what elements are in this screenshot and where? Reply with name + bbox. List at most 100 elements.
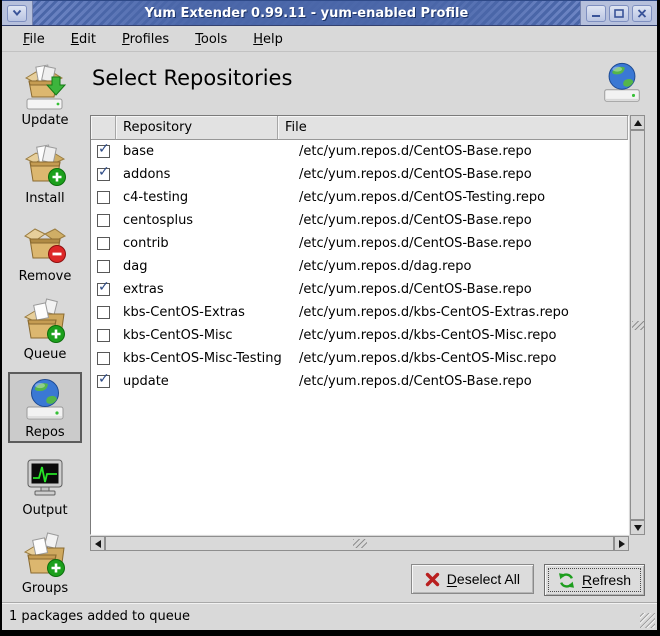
- deselect-all-button[interactable]: Deselect All: [411, 564, 534, 594]
- monitor-icon: [21, 454, 69, 502]
- repo-checkbox[interactable]: [97, 283, 110, 296]
- sidebar-item-groups[interactable]: Groups: [8, 528, 82, 599]
- menu-help[interactable]: Help: [244, 29, 292, 50]
- horizontal-scroll-thumb[interactable]: [105, 536, 614, 551]
- table-row[interactable]: c4-testing /etc/yum.repos.d/CentOS-Testi…: [91, 186, 628, 209]
- repo-file: /etc/yum.repos.d/CentOS-Base.repo: [292, 374, 628, 389]
- repo-checkbox[interactable]: [97, 214, 110, 227]
- table-row[interactable]: contrib /etc/yum.repos.d/CentOS-Base.rep…: [91, 232, 628, 255]
- table-row[interactable]: dag /etc/yum.repos.d/dag.repo: [91, 255, 628, 278]
- vertical-scroll-thumb[interactable]: [630, 130, 645, 520]
- table-row[interactable]: kbs-CentOS-Extras /etc/yum.repos.d/kbs-C…: [91, 301, 628, 324]
- repo-file: /etc/yum.repos.d/CentOS-Base.repo: [292, 282, 628, 297]
- scroll-right-button[interactable]: [614, 536, 629, 551]
- repo-name: kbs-CentOS-Extras: [116, 305, 292, 320]
- red-x-icon: [425, 572, 440, 587]
- table-row[interactable]: base /etc/yum.repos.d/CentOS-Base.repo: [91, 140, 628, 163]
- sidebar-item-output[interactable]: Output: [8, 450, 82, 521]
- maximize-icon: [614, 9, 624, 18]
- repo-checkbox[interactable]: [97, 375, 110, 388]
- repo-checkbox[interactable]: [97, 260, 110, 273]
- menu-tools[interactable]: Tools: [186, 29, 236, 50]
- globe-drive-icon: [599, 60, 645, 106]
- repo-name: c4-testing: [116, 190, 292, 205]
- minimize-button[interactable]: [586, 5, 606, 22]
- menu-edit[interactable]: Edit: [62, 29, 105, 50]
- sidebar-item-label: Update: [21, 113, 68, 128]
- page-title: Select Repositories: [92, 66, 292, 90]
- arrow-left-icon: [95, 540, 101, 548]
- arrow-right-icon: [619, 540, 625, 548]
- maximize-button[interactable]: [609, 5, 629, 22]
- deselect-all-label: Deselect All: [447, 571, 520, 587]
- titlebar: Yum Extender 0.99.11 - yum-enabled Profi…: [2, 0, 657, 26]
- sidebar-item-update[interactable]: Update: [8, 60, 82, 131]
- refresh-button[interactable]: Refresh: [544, 564, 645, 596]
- repo-checkbox[interactable]: [97, 329, 110, 342]
- status-text: 1 packages added to queue: [9, 609, 190, 624]
- main-panel: Select Repositories Repository Fi: [88, 52, 657, 592]
- titlebar-left-cap: [2, 1, 33, 25]
- header-file-column[interactable]: File: [278, 116, 628, 140]
- chevron-down-icon: [12, 9, 22, 17]
- repo-checkbox[interactable]: [97, 352, 110, 365]
- menu-profiles[interactable]: Profiles: [113, 29, 178, 50]
- sidebar: Update Install: [2, 52, 88, 592]
- close-button[interactable]: [632, 5, 652, 22]
- sidebar-item-remove[interactable]: Remove: [8, 216, 82, 287]
- repo-checkbox[interactable]: [97, 191, 110, 204]
- table-row[interactable]: addons /etc/yum.repos.d/CentOS-Base.repo: [91, 163, 628, 186]
- scroll-down-button[interactable]: [630, 520, 645, 535]
- sidebar-item-install[interactable]: Install: [8, 138, 82, 209]
- titlebar-stripes[interactable]: Yum Extender 0.99.11 - yum-enabled Profi…: [33, 1, 580, 25]
- table-row[interactable]: kbs-CentOS-Misc /etc/yum.repos.d/kbs-Cen…: [91, 324, 628, 347]
- table-row[interactable]: kbs-CentOS-Misc-Testing /etc/yum.repos.d…: [91, 347, 628, 370]
- update-box-icon: [21, 64, 69, 112]
- resize-grip[interactable]: [640, 613, 655, 628]
- repo-name: kbs-CentOS-Misc-Testing: [116, 351, 292, 366]
- scroll-grip-icon: [353, 539, 367, 548]
- header-repository-column[interactable]: Repository: [116, 116, 278, 140]
- sidebar-item-label: Output: [22, 503, 67, 518]
- table-row[interactable]: update /etc/yum.repos.d/CentOS-Base.repo: [91, 370, 628, 393]
- repo-file: /etc/yum.repos.d/CentOS-Base.repo: [292, 167, 628, 182]
- repo-file: /etc/yum.repos.d/CentOS-Base.repo: [292, 213, 628, 228]
- header-checkbox-column[interactable]: [91, 116, 116, 140]
- repo-checkbox[interactable]: [97, 237, 110, 250]
- sidebar-item-queue[interactable]: Queue: [8, 294, 82, 365]
- repo-name: addons: [116, 167, 292, 182]
- repo-name: base: [116, 144, 292, 159]
- table-row[interactable]: extras /etc/yum.repos.d/CentOS-Base.repo: [91, 278, 628, 301]
- repo-name: dag: [116, 259, 292, 274]
- table-header: Repository File: [91, 116, 628, 140]
- queue-box-icon: [21, 298, 69, 346]
- repo-checkbox[interactable]: [97, 306, 110, 319]
- repo-file: /etc/yum.repos.d/kbs-CentOS-Misc.repo: [292, 351, 628, 366]
- refresh-label: Refresh: [582, 572, 631, 588]
- repo-file: /etc/yum.repos.d/kbs-CentOS-Misc.repo: [292, 328, 628, 343]
- sidebar-item-label: Groups: [22, 581, 68, 596]
- repo-checkbox[interactable]: [97, 168, 110, 181]
- statusbar: 1 packages added to queue: [2, 602, 657, 630]
- table-body: base /etc/yum.repos.d/CentOS-Base.repo a…: [91, 140, 628, 534]
- groups-box-icon: [21, 532, 69, 580]
- sidebar-item-label: Remove: [19, 269, 72, 284]
- window-menu-button[interactable]: [7, 5, 27, 22]
- minimize-icon: [591, 9, 601, 18]
- vertical-scrollbar[interactable]: [630, 115, 645, 535]
- green-refresh-icon: [558, 572, 575, 589]
- scroll-up-button[interactable]: [630, 115, 645, 130]
- table-row[interactable]: centosplus /etc/yum.repos.d/CentOS-Base.…: [91, 209, 628, 232]
- close-icon: [637, 9, 647, 18]
- repo-name: kbs-CentOS-Misc: [116, 328, 292, 343]
- repo-name: extras: [116, 282, 292, 297]
- menu-file[interactable]: File: [14, 29, 54, 50]
- repo-name: update: [116, 374, 292, 389]
- repo-file: /etc/yum.repos.d/kbs-CentOS-Extras.repo: [292, 305, 628, 320]
- repo-checkbox[interactable]: [97, 145, 110, 158]
- scroll-left-button[interactable]: [90, 536, 105, 551]
- scroll-grip-icon: [632, 321, 644, 330]
- sidebar-item-label: Queue: [24, 347, 67, 362]
- horizontal-scrollbar[interactable]: [90, 536, 629, 551]
- sidebar-item-repos[interactable]: Repos: [8, 372, 82, 443]
